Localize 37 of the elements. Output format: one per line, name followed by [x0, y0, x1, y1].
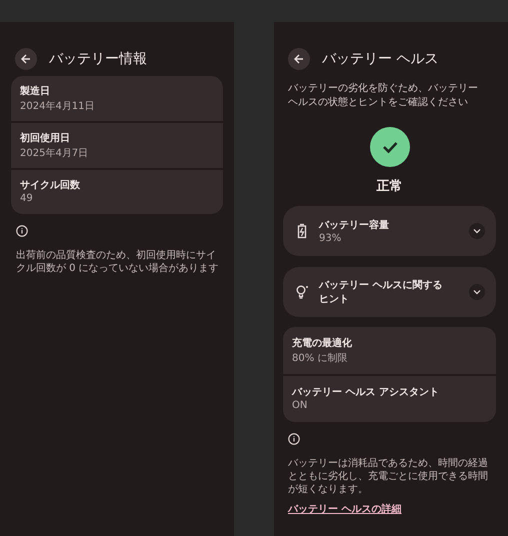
expandable-card[interactable]: バッテリー ヘルスに関するヒント — [283, 267, 496, 317]
row-value: 2025年4月7日 — [20, 147, 90, 160]
card-label: バッテリー ヘルスに関するヒント — [319, 278, 444, 306]
back-button[interactable] — [288, 48, 310, 70]
checkmark-icon — [370, 127, 410, 167]
row-label: 製造日 — [20, 84, 51, 98]
note-text: 出荷前の品質検査のため、初回使用時にサイクル回数が 0 になっていない場合があります — [16, 249, 220, 275]
back-arrow-icon — [293, 53, 305, 65]
page-title: バッテリー情報 — [49, 50, 147, 68]
back-arrow-icon — [20, 53, 32, 65]
row-value: 49 — [20, 193, 34, 204]
card-label: バッテリー容量 — [319, 218, 390, 232]
row-label: バッテリー ヘルス アシスタント — [292, 386, 440, 399]
row-label: 充電の最適化 — [292, 336, 353, 350]
row-value: ON — [292, 400, 308, 411]
status-text: 正常 — [376, 178, 404, 195]
row-value: 80% に制限 — [292, 352, 348, 365]
expand-button[interactable] — [469, 223, 485, 239]
info-icon — [288, 433, 300, 445]
setting-row[interactable]: バッテリー ヘルス アシスタント ON — [283, 376, 496, 422]
setting-row[interactable]: 充電の最適化 80% に制限 — [283, 327, 496, 374]
info-icon — [16, 225, 28, 237]
lightbulb-icon — [295, 284, 309, 300]
expandable-card[interactable]: バッテリー容量 93% — [283, 206, 496, 256]
battery-icon — [296, 223, 308, 239]
row-label: サイクル回数 — [20, 178, 81, 192]
note-text: バッテリーは消耗品であるため、時間の経過とともに劣化し、充電ごとに使用できる時間が短くなります。 — [288, 457, 489, 496]
description-text: バッテリーの劣化を防ぐため、バッテリーヘルスの状態とヒントをご確認ください — [288, 82, 479, 109]
expand-button[interactable] — [469, 284, 485, 300]
page-title: バッテリー ヘルス — [322, 50, 438, 68]
row-label: 初回使用日 — [20, 131, 71, 145]
details-link[interactable]: バッテリー ヘルスの詳細 — [288, 502, 402, 516]
card-value: 93% — [319, 233, 342, 244]
back-button[interactable] — [15, 48, 37, 70]
chevron-icon — [473, 289, 481, 295]
chevron-icon — [473, 228, 481, 234]
row-value: 2024年4月11日 — [20, 100, 96, 113]
